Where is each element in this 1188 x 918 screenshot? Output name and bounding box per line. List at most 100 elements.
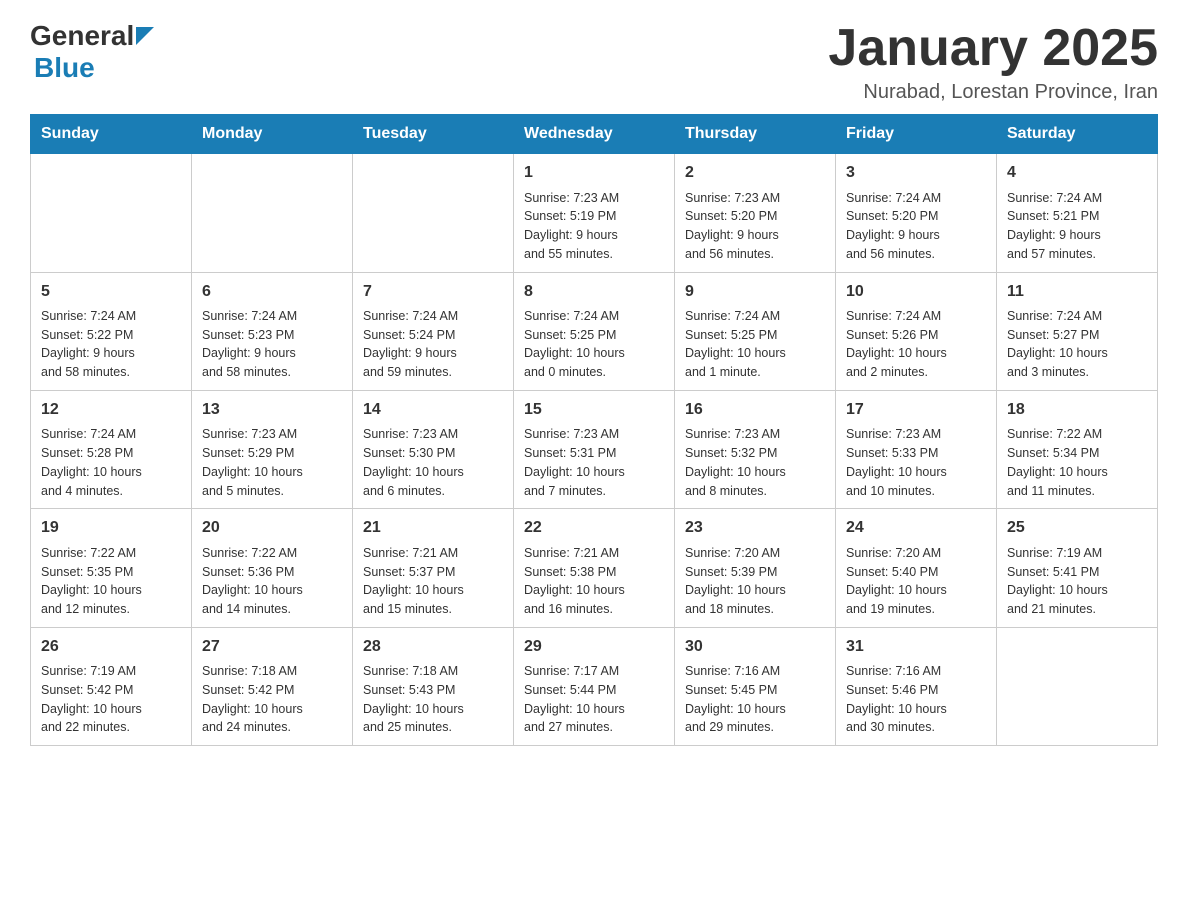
header-day-monday: Monday [192,115,353,154]
day-info: Sunrise: 7:23 AMSunset: 5:32 PMDaylight:… [685,425,825,500]
logo-general-text: General [30,20,134,52]
calendar-cell: 19 Sunrise: 7:22 AMSunset: 5:35 PMDayligh… [31,509,192,627]
day-info: Sunrise: 7:21 AMSunset: 5:37 PMDaylight:… [363,544,503,619]
day-number: 3 [846,162,986,184]
day-number: 10 [846,281,986,303]
calendar-cell [192,154,353,272]
week-row-4: 19 Sunrise: 7:22 AMSunset: 5:35 PMDayligh… [31,509,1158,627]
day-info: Sunrise: 7:23 AMSunset: 5:31 PMDaylight:… [524,425,664,500]
header-day-friday: Friday [836,115,997,154]
calendar-cell: 24 Sunrise: 7:20 AMSunset: 5:40 PMDayligh… [836,509,997,627]
day-info: Sunrise: 7:22 AMSunset: 5:36 PMDaylight:… [202,544,342,619]
day-number: 22 [524,517,664,539]
day-info: Sunrise: 7:21 AMSunset: 5:38 PMDaylight:… [524,544,664,619]
calendar-cell: 29 Sunrise: 7:17 AMSunset: 5:44 PMDayligh… [514,627,675,745]
day-info: Sunrise: 7:19 AMSunset: 5:41 PMDaylight:… [1007,544,1147,619]
day-number: 21 [363,517,503,539]
calendar-cell: 23Sunrise: 7:20 AMSunset: 5:39 PMDayligh… [675,509,836,627]
calendar-cell: 12Sunrise: 7:24 AMSunset: 5:28 PMDayligh… [31,390,192,508]
calendar-cell: 6 Sunrise: 7:24 AMSunset: 5:23 PMDaylight… [192,272,353,390]
day-info: Sunrise: 7:16 AMSunset: 5:46 PMDaylight:… [846,662,986,737]
day-info: Sunrise: 7:24 AMSunset: 5:25 PMDaylight:… [524,307,664,382]
calendar-cell: 1 Sunrise: 7:23 AMSunset: 5:19 PMDaylight… [514,154,675,272]
calendar-cell: 30 Sunrise: 7:16 AMSunset: 5:45 PMDayligh… [675,627,836,745]
calendar-table: SundayMondayTuesdayWednesdayThursdayFrid… [30,114,1158,746]
day-number: 20 [202,517,342,539]
day-info: Sunrise: 7:24 AMSunset: 5:25 PMDaylight:… [685,307,825,382]
calendar-header: SundayMondayTuesdayWednesdayThursdayFrid… [31,115,1158,154]
logo: General Blue [30,20,154,84]
day-number: 18 [1007,399,1147,421]
day-number: 2 [685,162,825,184]
calendar-cell: 17 Sunrise: 7:23 AMSunset: 5:33 PMDayligh… [836,390,997,508]
day-info: Sunrise: 7:23 AMSunset: 5:33 PMDaylight:… [846,425,986,500]
day-info: Sunrise: 7:23 AMSunset: 5:19 PMDaylight:… [524,189,664,264]
calendar-cell: 3 Sunrise: 7:24 AMSunset: 5:20 PMDaylight… [836,154,997,272]
calendar-cell [997,627,1158,745]
header-day-saturday: Saturday [997,115,1158,154]
day-info: Sunrise: 7:24 AMSunset: 5:22 PMDaylight:… [41,307,181,382]
day-number: 19 [41,517,181,539]
day-number: 13 [202,399,342,421]
calendar-cell: 27 Sunrise: 7:18 AMSunset: 5:42 PMDayligh… [192,627,353,745]
day-number: 28 [363,636,503,658]
day-number: 27 [202,636,342,658]
header-row: SundayMondayTuesdayWednesdayThursdayFrid… [31,115,1158,154]
day-info: Sunrise: 7:19 AMSunset: 5:42 PMDaylight:… [41,662,181,737]
calendar-cell: 8 Sunrise: 7:24 AMSunset: 5:25 PMDaylight… [514,272,675,390]
day-info: Sunrise: 7:24 AMSunset: 5:23 PMDaylight:… [202,307,342,382]
day-number: 24 [846,517,986,539]
calendar-cell: 11 Sunrise: 7:24 AMSunset: 5:27 PMDayligh… [997,272,1158,390]
day-number: 1 [524,162,664,184]
calendar-cell [353,154,514,272]
day-number: 30 [685,636,825,658]
calendar-cell: 2Sunrise: 7:23 AMSunset: 5:20 PMDaylight… [675,154,836,272]
calendar-cell [31,154,192,272]
week-row-2: 5Sunrise: 7:24 AMSunset: 5:22 PMDaylight… [31,272,1158,390]
day-number: 14 [363,399,503,421]
header-day-wednesday: Wednesday [514,115,675,154]
day-info: Sunrise: 7:24 AMSunset: 5:26 PMDaylight:… [846,307,986,382]
calendar-cell: 31 Sunrise: 7:16 AMSunset: 5:46 PMDayligh… [836,627,997,745]
day-info: Sunrise: 7:20 AMSunset: 5:40 PMDaylight:… [846,544,986,619]
day-number: 8 [524,281,664,303]
day-number: 12 [41,399,181,421]
calendar-cell: 7 Sunrise: 7:24 AMSunset: 5:24 PMDaylight… [353,272,514,390]
week-row-1: 1 Sunrise: 7:23 AMSunset: 5:19 PMDaylight… [31,154,1158,272]
header-day-sunday: Sunday [31,115,192,154]
day-info: Sunrise: 7:17 AMSunset: 5:44 PMDaylight:… [524,662,664,737]
calendar-cell: 28 Sunrise: 7:18 AMSunset: 5:43 PMDayligh… [353,627,514,745]
day-info: Sunrise: 7:24 AMSunset: 5:24 PMDaylight:… [363,307,503,382]
day-info: Sunrise: 7:18 AMSunset: 5:42 PMDaylight:… [202,662,342,737]
day-info: Sunrise: 7:18 AMSunset: 5:43 PMDaylight:… [363,662,503,737]
location-subtitle: Nurabad, Lorestan Province, Iran [828,81,1158,104]
day-number: 7 [363,281,503,303]
day-number: 17 [846,399,986,421]
day-info: Sunrise: 7:24 AMSunset: 5:20 PMDaylight:… [846,189,986,264]
day-info: Sunrise: 7:23 AMSunset: 5:30 PMDaylight:… [363,425,503,500]
day-number: 29 [524,636,664,658]
day-info: Sunrise: 7:22 AMSunset: 5:34 PMDaylight:… [1007,425,1147,500]
calendar-cell: 21 Sunrise: 7:21 AMSunset: 5:37 PMDayligh… [353,509,514,627]
calendar-cell: 14 Sunrise: 7:23 AMSunset: 5:30 PMDayligh… [353,390,514,508]
month-title: January 2025 [828,20,1158,77]
day-number: 11 [1007,281,1147,303]
day-info: Sunrise: 7:16 AMSunset: 5:45 PMDaylight:… [685,662,825,737]
logo-arrow-icon [136,27,154,45]
calendar-cell: 9 Sunrise: 7:24 AMSunset: 5:25 PMDaylight… [675,272,836,390]
week-row-3: 12Sunrise: 7:24 AMSunset: 5:28 PMDayligh… [31,390,1158,508]
calendar-cell: 26Sunrise: 7:19 AMSunset: 5:42 PMDayligh… [31,627,192,745]
calendar-cell: 13 Sunrise: 7:23 AMSunset: 5:29 PMDayligh… [192,390,353,508]
day-number: 6 [202,281,342,303]
header-day-tuesday: Tuesday [353,115,514,154]
calendar-cell: 25Sunrise: 7:19 AMSunset: 5:41 PMDayligh… [997,509,1158,627]
calendar-cell: 4Sunrise: 7:24 AMSunset: 5:21 PMDaylight… [997,154,1158,272]
day-info: Sunrise: 7:22 AMSunset: 5:35 PMDaylight:… [41,544,181,619]
day-info: Sunrise: 7:23 AMSunset: 5:29 PMDaylight:… [202,425,342,500]
calendar-cell: 18 Sunrise: 7:22 AMSunset: 5:34 PMDayligh… [997,390,1158,508]
day-number: 23 [685,517,825,539]
day-info: Sunrise: 7:24 AMSunset: 5:27 PMDaylight:… [1007,307,1147,382]
day-number: 9 [685,281,825,303]
day-number: 31 [846,636,986,658]
calendar-cell: 22 Sunrise: 7:21 AMSunset: 5:38 PMDayligh… [514,509,675,627]
